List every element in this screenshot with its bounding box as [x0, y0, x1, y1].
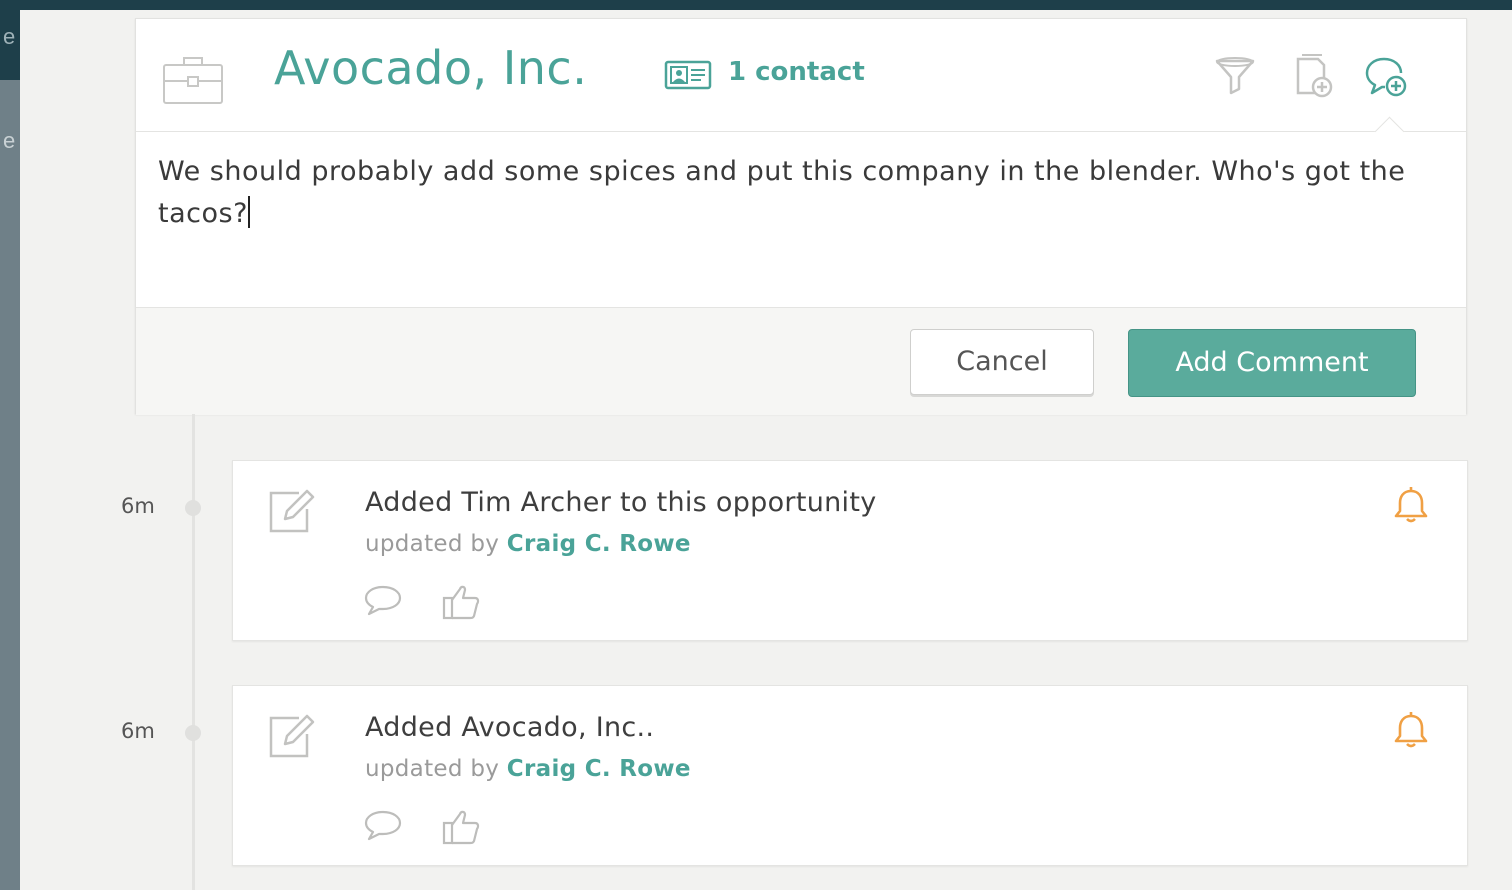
comment-text: We should probably add some spices and p… — [158, 156, 1406, 229]
add-comment-button[interactable]: Add Comment — [1128, 329, 1416, 397]
background-text-fragment: e — [3, 128, 16, 153]
contact-count-link[interactable]: 1 contact — [728, 57, 865, 87]
app-top-bar — [0, 0, 1512, 10]
background-sidebar: e e — [0, 10, 20, 890]
timeline-dot — [185, 725, 201, 741]
updated-by-label: updated by — [365, 531, 500, 557]
comment-icon[interactable] — [363, 808, 403, 842]
thumbs-up-icon[interactable] — [441, 806, 481, 846]
text-cursor — [247, 196, 250, 228]
briefcase-icon — [163, 57, 223, 104]
activity-entry: Added Tim Archer to this opportunity upd… — [232, 460, 1468, 641]
edit-note-icon — [269, 714, 315, 758]
timeline-dot — [185, 500, 201, 516]
thumbs-up-icon[interactable] — [441, 581, 481, 621]
bell-icon[interactable] — [1393, 710, 1429, 750]
activity-meta: updated by Craig C. Rowe — [365, 756, 691, 782]
comment-icon[interactable] — [363, 583, 403, 617]
author-link[interactable]: Craig C. Rowe — [507, 531, 691, 557]
activity-entry: Added Avocado, Inc.. updated by Craig C.… — [232, 685, 1468, 866]
add-comment-icon[interactable] — [1364, 53, 1410, 99]
company-name[interactable]: Avocado, Inc. — [274, 41, 587, 95]
timeline-time: 6m — [121, 719, 155, 743]
contact-card-icon[interactable] — [664, 59, 712, 91]
comment-textarea[interactable]: We should probably add some spices and p… — [158, 151, 1448, 291]
author-link[interactable]: Craig C. Rowe — [507, 756, 691, 782]
comment-composer-card: Avocado, Inc. 1 contact We should probab… — [135, 18, 1467, 415]
activity-meta: updated by Craig C. Rowe — [365, 531, 691, 557]
add-document-icon[interactable] — [1292, 53, 1338, 99]
timeline-line — [192, 414, 195, 890]
composer-footer: Cancel Add Comment — [136, 307, 1466, 415]
edit-note-icon — [269, 489, 315, 533]
background-text-fragment: e — [3, 24, 16, 49]
updated-by-label: updated by — [365, 756, 500, 782]
timeline-time: 6m — [121, 494, 155, 518]
activity-title: Added Tim Archer to this opportunity — [365, 487, 877, 518]
activity-title: Added Avocado, Inc.. — [365, 712, 655, 743]
funnel-icon[interactable] — [1212, 53, 1258, 99]
bell-icon[interactable] — [1393, 485, 1429, 525]
cancel-button[interactable]: Cancel — [910, 329, 1094, 395]
composer-header: Avocado, Inc. 1 contact — [136, 19, 1466, 132]
